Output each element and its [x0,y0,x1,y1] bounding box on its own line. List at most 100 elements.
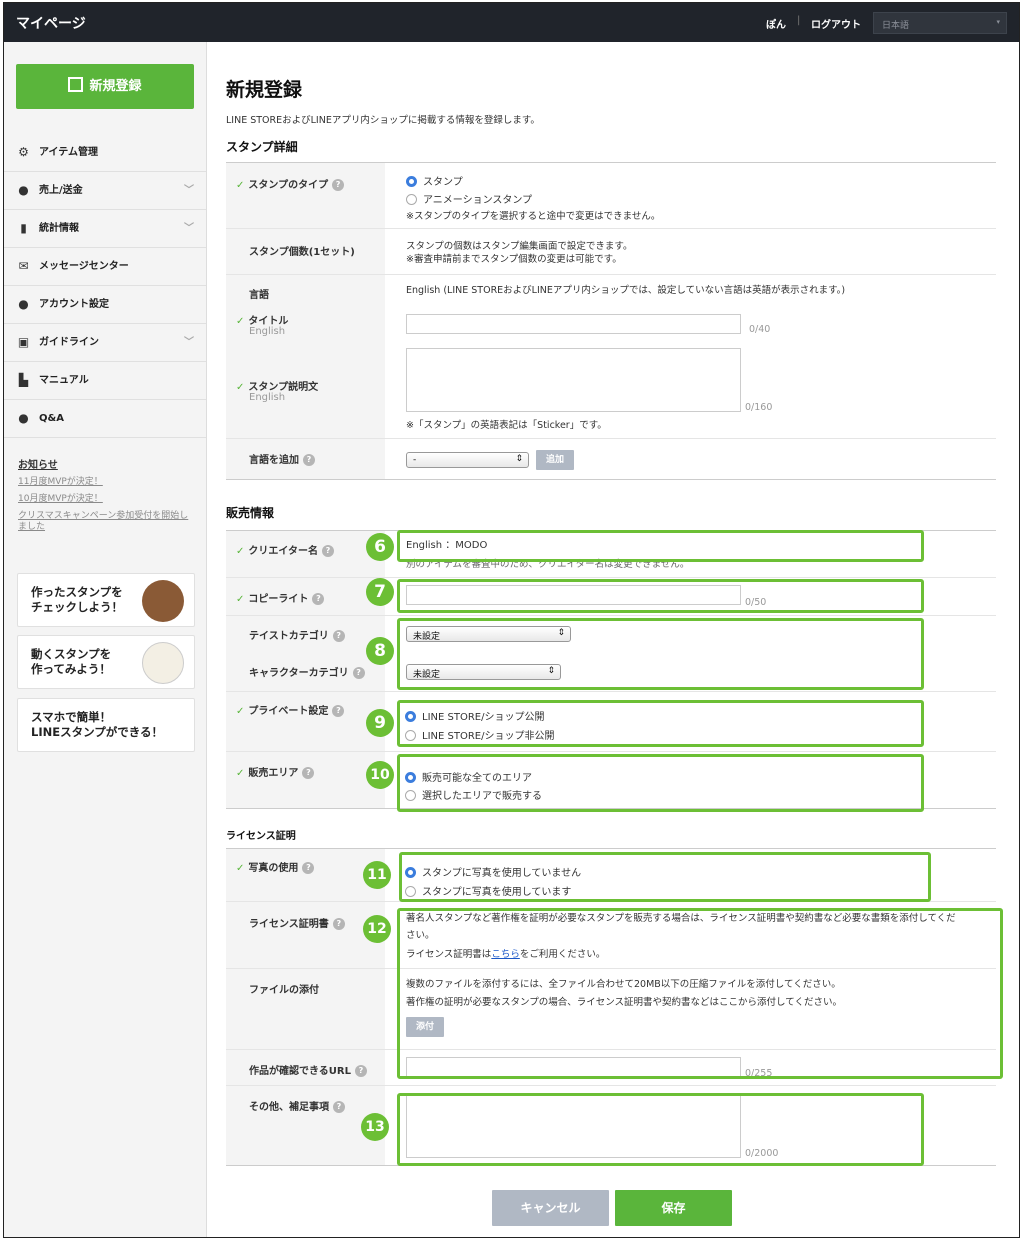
label-text: テイストカテゴリ [249,631,329,642]
callout-marker: 10 [366,761,394,789]
divider [226,479,996,480]
news-link[interactable]: 10月度MVPが決定！ [18,494,196,505]
check-icon: ✓ [236,546,245,557]
callout-marker: 9 [366,709,394,737]
label-text: 言語を追加 [249,455,299,466]
help-icon[interactable]: ? [332,918,345,930]
check-icon: ✓ [236,863,245,874]
mypage-title[interactable]: マイページ [16,13,86,33]
news-title[interactable]: お知らせ [18,456,196,471]
promo-card-line: スマホで簡単！ [31,710,112,724]
photo-use-label: ✓ 写真の使用? [236,859,315,874]
sidebar-item-sales[interactable]: ● 売上/送金 ﹀ [4,172,206,210]
type-radio-animation[interactable]: アニメーションスタンプ [406,191,532,206]
help-icon[interactable]: ? [312,593,325,605]
highlight-box-7 [397,579,924,613]
check-icon: ✓ [236,316,245,327]
sidebar-item-label: 統計情報 [39,223,79,234]
cancel-button[interactable]: キャンセル [492,1190,609,1226]
help-icon[interactable]: ? [302,862,315,874]
radio-checked-icon[interactable] [406,176,417,187]
news-link[interactable]: 11月度MVPが決定！ [18,477,196,488]
news-section: お知らせ 11月度MVPが決定！ 10月度MVPが決定！ クリスマスキャンペーン… [18,456,196,539]
save-button[interactable]: 保存 [615,1190,732,1226]
divider [226,274,996,275]
sales-area-label: ✓ 販売エリア? [236,764,315,779]
divider [226,1085,996,1086]
label-text: その他、補足事項 [249,1102,329,1113]
label-text: 販売エリア [248,768,299,779]
label-text: プライベート設定 [248,706,329,717]
callout-marker: 12 [363,915,391,943]
callout-marker: 13 [361,1113,389,1141]
news-link[interactable]: クリスマスキャンペーン参加受付を開始しました [18,511,196,533]
help-icon[interactable]: ? [352,667,365,679]
radio-label: アニメーションスタンプ [423,195,533,206]
promo-card-line: 作ったスタンプを [31,585,123,599]
radio-icon[interactable] [406,194,417,205]
sidebar-item-messages[interactable]: ✉ メッセージセンター [4,248,206,286]
title-input[interactable] [406,314,741,334]
divider [226,228,996,229]
sidebar-item-account[interactable]: ● アカウント設定 [4,286,206,324]
help-icon[interactable]: ? [303,454,315,466]
promo-card-check[interactable]: 作ったスタンプを チェックしよう！ [17,573,195,627]
new-registration-button[interactable]: 新規登録 [16,64,194,109]
logout-link[interactable]: ログアウト [811,16,861,31]
sidebar-item-label: アイテム管理 [39,147,98,158]
help-icon[interactable]: ? [302,767,315,779]
check-icon: ✓ [236,706,245,717]
sidebar-item-label: マニュアル [39,375,89,386]
sidebar-item-label: Q&A [39,413,64,424]
promo-card-smartphone[interactable]: スマホで簡単！ LINEスタンプができる！ [17,698,195,752]
divider: | [797,15,801,26]
count-label: スタンプ個数(1セット) [249,247,355,258]
sidebar-item-manual[interactable]: ▙ マニュアル [4,362,206,400]
title-sublabel: English [249,326,286,337]
label-text: キャラクターカテゴリ [249,668,349,679]
highlight-box-8 [397,618,924,690]
help-icon[interactable]: ? [333,1101,345,1113]
help-icon[interactable]: ? [332,630,345,642]
bar-chart-icon: ▮ [20,221,27,235]
callout-marker: 11 [363,861,391,889]
section-heading-detail: スタンプ詳細 [226,140,298,154]
type-radio-stamp[interactable]: スタンプ [406,173,463,188]
add-language-button[interactable]: 追加 [536,450,574,470]
promo-card-animated[interactable]: 動くスタンプを 作ってみよう！ [17,635,195,689]
sidebar-item-label: 売上/送金 [39,185,83,196]
check-icon: ✓ [236,382,245,393]
copyright-label: ✓ コピーライト? [236,590,325,605]
help-icon[interactable]: ? [322,545,334,557]
language-select[interactable]: 日本語 ▾ [873,12,1007,34]
add-language-select[interactable]: - ⇕ [406,452,529,468]
edit-icon [68,77,84,92]
type-label: ✓ スタンプのタイプ? [236,176,345,191]
highlight-box-6 [397,530,924,562]
help-icon[interactable]: ? [332,179,345,191]
help-icon[interactable]: ? [332,705,345,717]
count-note: ※審査申請前までスタンプ個数の変更は可能です。 [406,254,622,265]
section-heading-sales: 販売情報 [226,506,275,520]
add-language-label: 言語を追加? [249,451,315,466]
page-title: 新規登録 [226,79,303,101]
language-label: 言語 [249,290,269,301]
sidebar-item-stats[interactable]: ▮ 統計情報 ﹀ [4,210,206,248]
help-icon[interactable]: ? [355,1065,367,1077]
sidebar-item-items[interactable]: ⚙ アイテム管理 [4,134,206,172]
label-text: 写真の使用 [248,863,299,874]
sidebar-item-label: メッセージセンター [39,261,129,272]
type-note: ※スタンプのタイプを選択すると途中で変更はできません。 [406,211,661,222]
user-name[interactable]: ぽん [766,16,786,31]
chevron-down-icon: ▾ [996,18,1000,26]
language-value: English (LINE STOREおよびLINEアプリ内ショップでは、設定し… [406,285,846,296]
description-label: ✓ スタンプ説明文 [236,378,318,393]
url-label: 作品が確認できるURL? [249,1062,367,1077]
sidebar-item-qa[interactable]: ● Q&A [4,400,206,438]
label-text: クリエイター名 [248,546,318,557]
check-icon: ✓ [236,594,245,605]
sidebar-item-guideline[interactable]: ▣ ガイドライン ﹀ [4,324,206,362]
callout-marker: 8 [366,637,394,665]
page-frame: マイページ ぽん | ログアウト 日本語 ▾ 新規登録 ⚙ アイテム管理 ● 売上/送… [3,2,1020,1238]
description-textarea[interactable] [406,348,741,412]
